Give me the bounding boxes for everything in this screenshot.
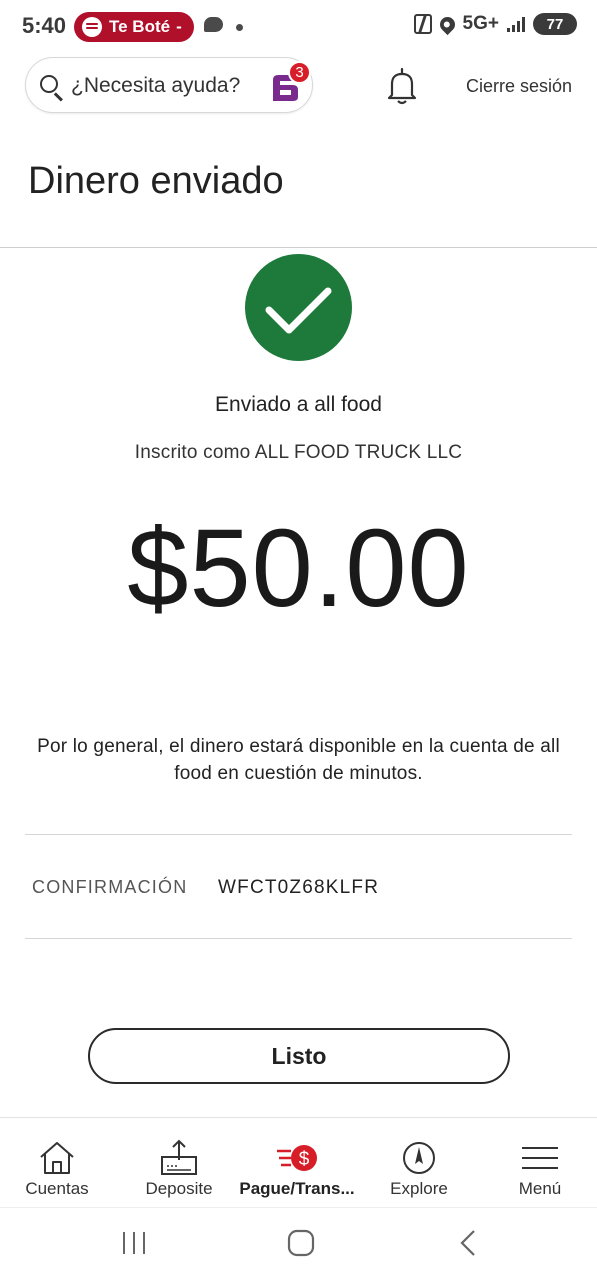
search-label: ¿Necesita ayuda? bbox=[71, 74, 241, 97]
system-nav-bar bbox=[0, 1207, 597, 1280]
nav-item-menu[interactable]: Menú bbox=[480, 1118, 597, 1208]
location-icon bbox=[436, 13, 458, 35]
spotify-icon bbox=[82, 17, 102, 37]
nav-label: Pague/Trans... bbox=[239, 1179, 355, 1198]
media-label: Te Boté bbox=[109, 17, 171, 36]
help-search-bar[interactable]: ¿Necesita ayuda? 3 bbox=[25, 57, 313, 113]
home-icon bbox=[40, 1142, 74, 1174]
home-button-icon[interactable] bbox=[287, 1229, 315, 1257]
back-icon[interactable] bbox=[458, 1229, 478, 1257]
signal-icon bbox=[507, 16, 525, 32]
media-dash: - bbox=[176, 17, 182, 36]
screen: 5:40 Te Boté - 5G+ 77 ¿Necesita ayuda? 3 bbox=[0, 0, 597, 1280]
svg-text:$: $ bbox=[299, 1149, 310, 1170]
nav-label: Cuentas bbox=[25, 1179, 89, 1198]
nav-label: Deposite bbox=[145, 1179, 213, 1198]
confirmation-label: CONFIRMACIÓN bbox=[32, 877, 188, 897]
success-check-icon bbox=[245, 254, 352, 361]
nfc-icon bbox=[413, 14, 432, 34]
menu-icon bbox=[522, 1147, 558, 1169]
compass-icon bbox=[403, 1142, 435, 1174]
bottom-nav: Cuentas Deposite $ Pague/Trans... Explor… bbox=[0, 1117, 597, 1207]
pay-transfer-icon: $ bbox=[277, 1145, 317, 1171]
enrolled-as-text: Inscrito como ALL FOOD TRUCK LLC bbox=[134, 442, 463, 463]
page-title: Dinero enviado bbox=[28, 160, 284, 202]
notification-count-badge: 3 bbox=[288, 61, 311, 84]
nav-item-accounts[interactable]: Cuentas bbox=[0, 1118, 117, 1208]
bell-icon[interactable] bbox=[385, 67, 419, 105]
nav-item-explore[interactable]: Explore bbox=[359, 1118, 479, 1208]
deposit-icon bbox=[161, 1139, 197, 1175]
status-time: 5:40 bbox=[22, 13, 67, 38]
title-divider bbox=[0, 247, 597, 248]
nav-label: Explore bbox=[390, 1179, 448, 1198]
section-divider-top bbox=[25, 834, 572, 835]
network-type: 5G+ bbox=[462, 13, 499, 34]
availability-note: Por lo general, el dinero estará disponi… bbox=[37, 736, 560, 784]
recent-apps-icon[interactable] bbox=[120, 1230, 148, 1256]
chat-notification-icon bbox=[204, 17, 223, 32]
sent-amount: $50.00 bbox=[127, 507, 470, 630]
done-button[interactable]: Listo bbox=[88, 1028, 510, 1084]
battery-icon: 77 bbox=[533, 13, 577, 35]
search-icon bbox=[40, 75, 58, 93]
more-notifications-icon bbox=[236, 24, 243, 31]
confirmation-number: WFCT0Z68KLFR bbox=[218, 877, 380, 898]
recipient-text: Enviado a all food bbox=[215, 393, 382, 416]
media-pill[interactable]: Te Boté - bbox=[74, 12, 194, 42]
nav-label: Menú bbox=[518, 1179, 562, 1198]
nav-item-deposit[interactable]: Deposite bbox=[119, 1118, 239, 1208]
logout-link[interactable]: Cierre sesión bbox=[466, 76, 572, 97]
status-icons: 5G+ 77 bbox=[413, 13, 577, 35]
status-bar: 5:40 Te Boté - 5G+ 77 bbox=[0, 0, 597, 54]
battery-level: 77 bbox=[546, 15, 564, 33]
nav-item-pay-transfer[interactable]: $ Pague/Trans... bbox=[237, 1118, 357, 1208]
section-divider-bottom bbox=[25, 938, 572, 939]
